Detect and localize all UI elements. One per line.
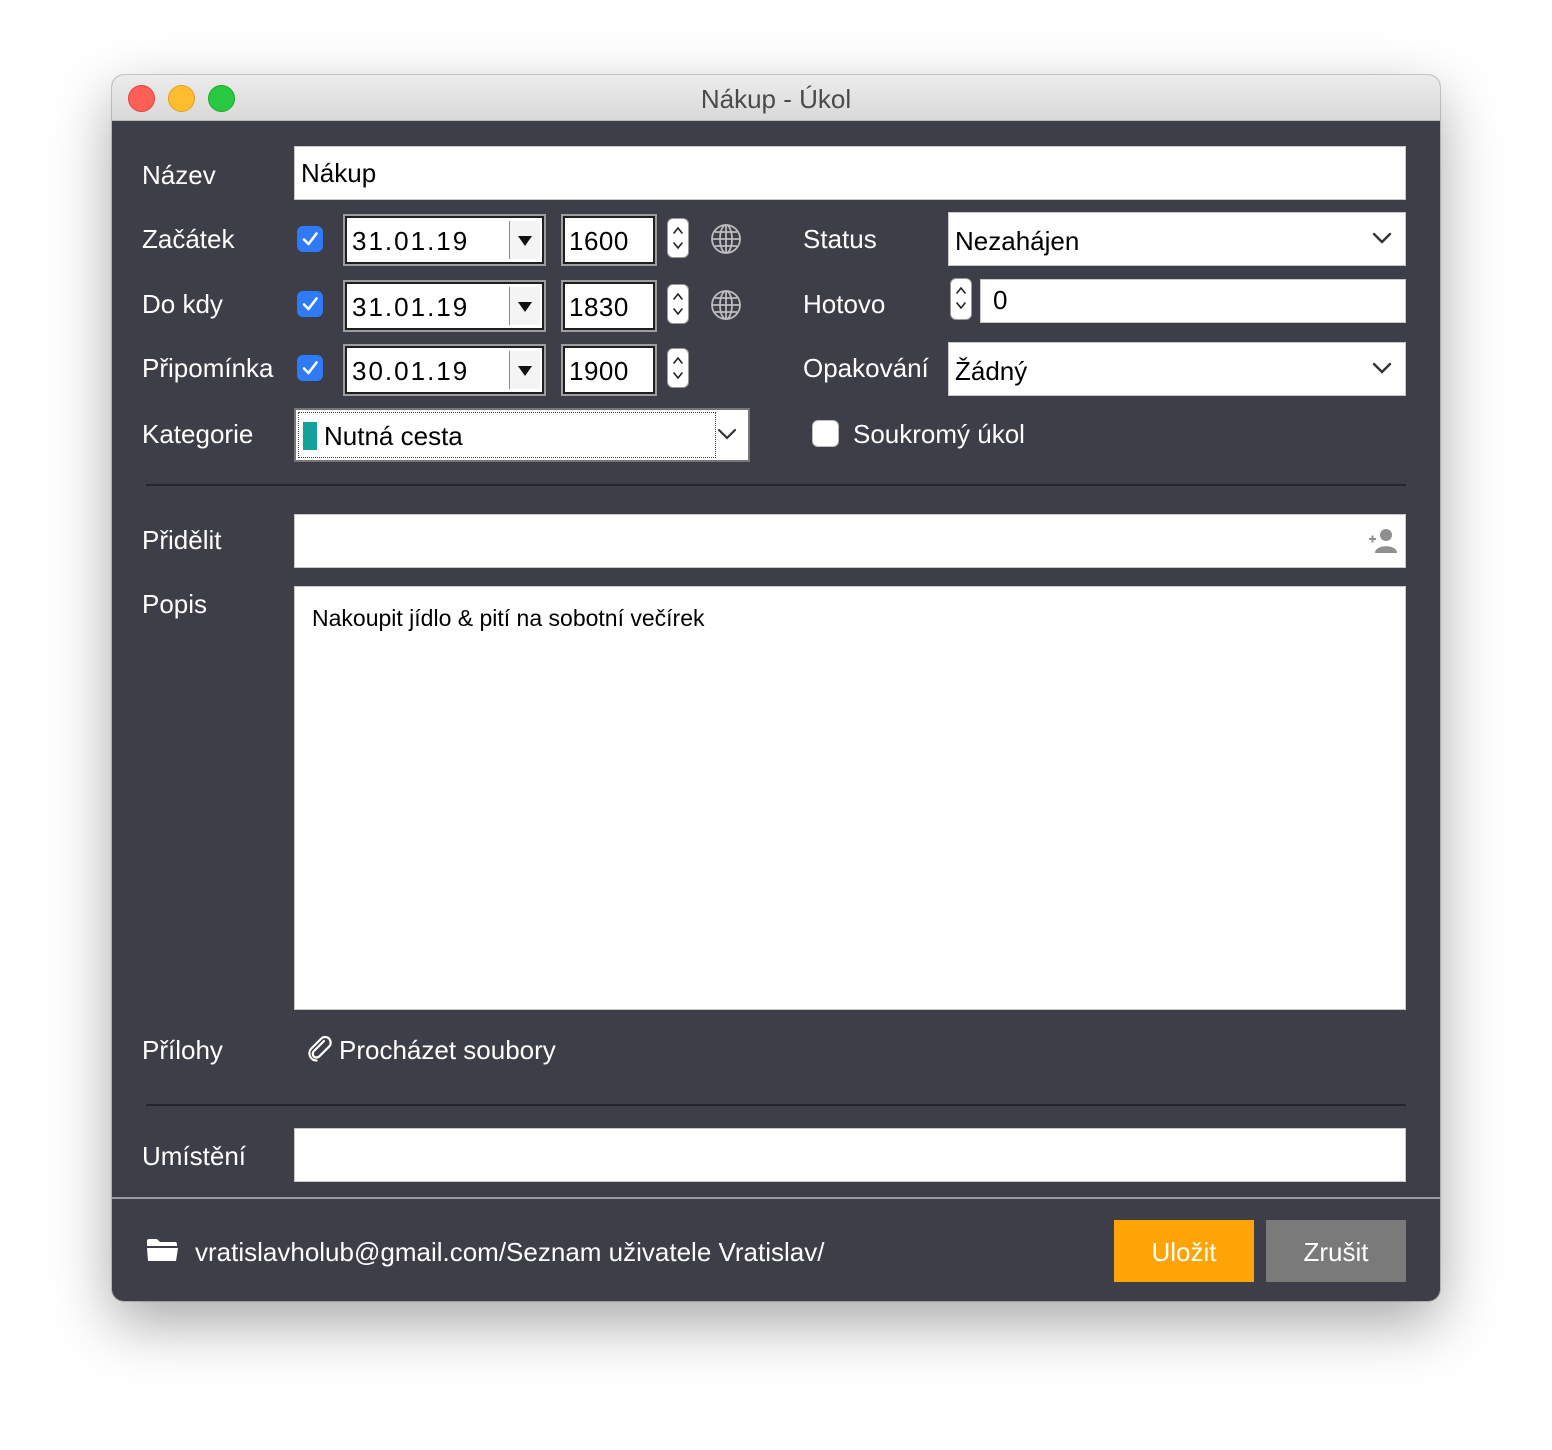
cancel-button[interactable]: Zrušit [1266, 1220, 1406, 1282]
status-select[interactable]: Nezahájen [948, 212, 1406, 266]
save-button[interactable]: Uložit [1114, 1220, 1254, 1282]
timezone-globe-icon[interactable] [710, 223, 742, 255]
category-value: Nutná cesta [324, 421, 463, 451]
description-textarea[interactable]: Nakoupit jídlo & pití na sobotní večírek [294, 586, 1406, 1010]
category-color-swatch [303, 422, 317, 450]
due-time-stepper[interactable] [667, 284, 689, 324]
cancel-button-label: Zrušit [1303, 1237, 1369, 1267]
save-button-label: Uložit [1151, 1237, 1217, 1267]
repeat-value: Žádný [955, 356, 1028, 386]
stepper-icon [673, 292, 683, 316]
folder-path: vratislavholub@gmail.com/Seznam uživatel… [195, 1237, 825, 1267]
name-input[interactable]: Nákup [294, 146, 1406, 200]
location-label: Umístění [142, 1141, 247, 1171]
reminder-checkbox[interactable] [297, 355, 323, 381]
footer-divider [112, 1197, 1440, 1199]
done-value: 0 [993, 285, 1008, 315]
done-percent-input[interactable]: 0 [980, 279, 1406, 323]
description-value: Nakoupit jídlo & pití na sobotní večírek [312, 605, 705, 631]
triangle-down-icon [518, 302, 532, 312]
start-time-value: 1600 [569, 226, 629, 256]
description-label: Popis [142, 589, 208, 619]
divider [146, 1104, 1406, 1106]
done-label: Hotovo [803, 289, 886, 319]
start-date-value: 31.01.19 [352, 226, 470, 256]
add-person-icon[interactable] [1367, 527, 1397, 555]
category-label: Kategorie [142, 419, 254, 449]
due-checkbox[interactable] [297, 291, 323, 317]
divider [146, 484, 1406, 486]
name-label: Název [142, 160, 216, 190]
reminder-date-picker[interactable]: 30.01.19 [343, 344, 546, 396]
start-date-dropdown-button[interactable] [509, 221, 540, 259]
start-time-stepper[interactable] [667, 218, 689, 258]
start-time-input[interactable]: 1600 [561, 214, 657, 266]
chevron-down-icon [1372, 232, 1392, 244]
category-select[interactable]: Nutná cesta [294, 408, 750, 462]
name-value: Nákup [301, 158, 377, 188]
title-bar: Nákup - Úkol [112, 75, 1440, 121]
location-input[interactable] [294, 1128, 1406, 1182]
due-time-value: 1830 [569, 292, 629, 322]
start-checkbox[interactable] [297, 226, 323, 252]
triangle-down-icon [518, 366, 532, 376]
reminder-date-value: 30.01.19 [352, 356, 470, 386]
timezone-globe-icon[interactable] [710, 289, 742, 321]
due-label: Do kdy [142, 289, 223, 319]
stepper-icon [673, 226, 683, 250]
due-time-input[interactable]: 1830 [561, 280, 657, 332]
reminder-time-value: 1900 [569, 356, 629, 386]
reminder-time-input[interactable]: 1900 [561, 344, 657, 396]
done-stepper[interactable] [950, 278, 972, 320]
reminder-date-dropdown-button[interactable] [509, 351, 540, 389]
paperclip-icon [308, 1035, 332, 1062]
reminder-label: Připomínka [142, 353, 274, 383]
browse-files-link[interactable]: Procházet soubory [339, 1035, 556, 1066]
reminder-time-stepper[interactable] [667, 348, 689, 388]
stepper-icon [956, 286, 966, 310]
due-date-dropdown-button[interactable] [509, 287, 540, 325]
due-date-picker[interactable]: 31.01.19 [343, 280, 546, 332]
folder-icon [147, 1239, 178, 1261]
assign-label: Přidělit [142, 525, 222, 555]
private-checkbox[interactable] [812, 420, 839, 447]
due-date-value: 31.01.19 [352, 292, 470, 322]
start-date-picker[interactable]: 31.01.19 [343, 214, 546, 266]
chevron-down-icon [717, 428, 737, 440]
stepper-icon [673, 356, 683, 380]
attachments-label: Přílohy [142, 1035, 223, 1065]
status-value: Nezahájen [955, 226, 1080, 256]
task-window: Nákup - Úkol Název Nákup Začátek 31.01.1… [112, 75, 1440, 1301]
private-label: Soukromý úkol [853, 419, 1025, 449]
chevron-down-icon [1372, 362, 1392, 374]
repeat-select[interactable]: Žádný [948, 342, 1406, 396]
assign-input[interactable] [294, 514, 1406, 568]
triangle-down-icon [518, 236, 532, 246]
repeat-label: Opakování [803, 353, 929, 383]
window-title: Nákup - Úkol [700, 84, 852, 114]
status-label: Status [803, 224, 877, 254]
start-label: Začátek [142, 224, 235, 254]
